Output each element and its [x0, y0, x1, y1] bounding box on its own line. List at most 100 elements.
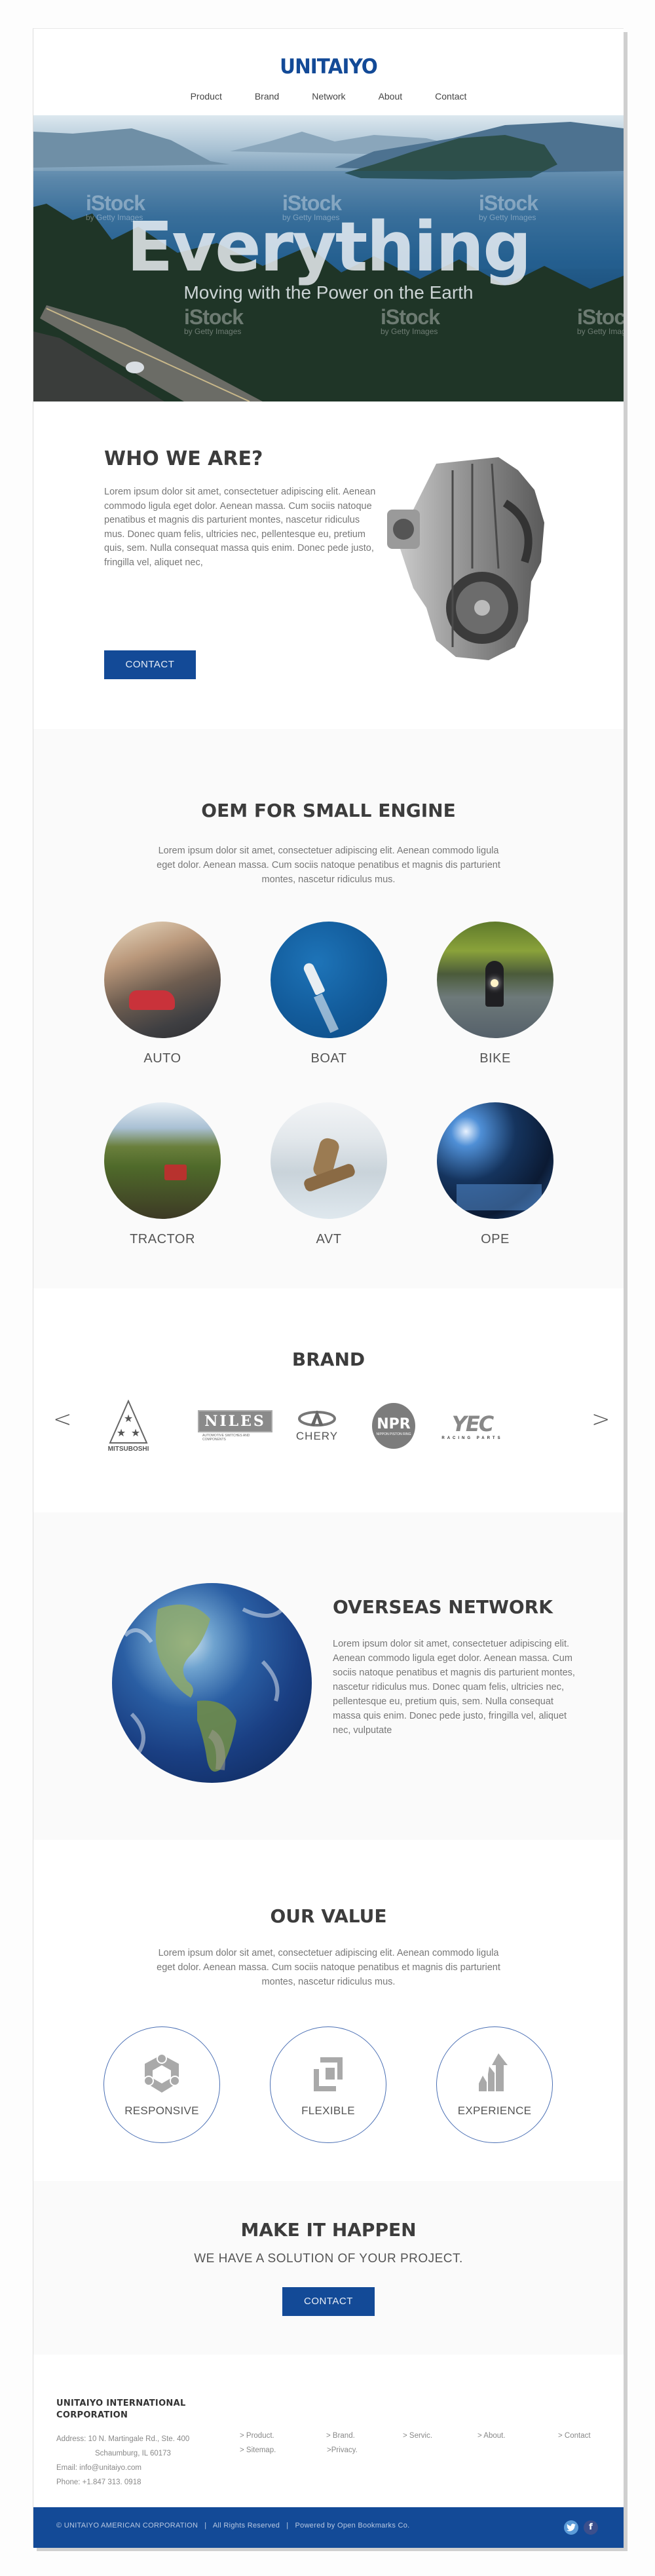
footer-link-about[interactable]: > About.	[477, 2432, 506, 2440]
facebook-icon[interactable]: f	[584, 2520, 598, 2535]
flexible-icon	[314, 2057, 343, 2091]
growth-arrow-icon	[479, 2053, 508, 2091]
hero-title: Everything	[126, 207, 531, 287]
footer-email[interactable]: Email: info@unitaiyo.com	[56, 2461, 189, 2475]
cta-title: MAKE IT HAPPEN	[240, 2219, 417, 2241]
category-tractor[interactable]: TRACTOR	[103, 1102, 221, 1247]
footer-link-product[interactable]: > Product.	[240, 2432, 274, 2440]
page-frame: UNITAIYO Product Brand Network About Con…	[33, 28, 624, 2548]
nav-about[interactable]: About	[379, 91, 403, 102]
value-title: OUR VALUE	[270, 1905, 387, 1927]
auto-image	[104, 922, 221, 1038]
chery-emblem-icon	[298, 1410, 336, 1427]
brand-section: BRAND < > ★ ★ ★ MITSUBOSHI NILES AUTOMOT…	[33, 1288, 624, 1512]
brand-logo-yec[interactable]: YEC RACING PARTS	[436, 1393, 508, 1459]
value-flexible[interactable]: FLEXIBLE	[270, 2026, 386, 2143]
hero-watermark: iStockby Getty Images	[381, 305, 440, 336]
category-ope[interactable]: OPE	[436, 1102, 554, 1247]
hero-watermark: iStockby Getty Images	[577, 305, 624, 336]
svg-text:★: ★	[131, 1428, 140, 1439]
who-body: Lorem ipsum dolor sit amet, consectetuer…	[104, 487, 376, 568]
category-label: BIKE	[479, 1051, 511, 1066]
brand-logo-text: NPR	[377, 1415, 411, 1432]
boat-image	[271, 922, 387, 1038]
nav-brand[interactable]: Brand	[255, 91, 279, 102]
category-label: OPE	[481, 1232, 510, 1246]
who-title: WHO WE ARE?	[104, 447, 263, 470]
main-nav: Product Brand Network About Contact	[33, 91, 624, 102]
brand-logo-text: NILES	[198, 1410, 272, 1432]
footer-link-service[interactable]: > Servic.	[403, 2432, 432, 2440]
brand-logo-text: MITSUBOSHI	[107, 1445, 149, 1453]
footer-address-line1: Address: 10 N. Martingale Rd., Ste. 400	[56, 2435, 190, 2443]
svg-text:★: ★	[117, 1428, 126, 1439]
category-bike[interactable]: BIKE	[436, 922, 554, 1066]
hero-banner: iStock by Getty Images iStock by Getty Ima…	[33, 115, 624, 401]
mitsuboshi-triangle-icon: ★ ★ ★	[109, 1399, 148, 1444]
footer-link-brand[interactable]: > Brand.	[326, 2432, 355, 2440]
twitter-icon[interactable]	[564, 2520, 578, 2535]
value-experience[interactable]: EXPERIENCE	[436, 2026, 553, 2143]
svg-text:★: ★	[124, 1413, 133, 1425]
brand-logo-text: CHERY	[295, 1430, 339, 1442]
site-logo[interactable]: UNITAIYO	[48, 55, 609, 79]
bike-image	[437, 922, 553, 1038]
responsive-icon	[143, 2053, 180, 2093]
value-label: FLEXIBLE	[301, 2104, 355, 2117]
avt-image	[271, 1102, 387, 1219]
hero-subtitle: Moving with the Power on the Earth	[183, 282, 474, 303]
overseas-title: OVERSEAS NETWORK	[333, 1596, 553, 1618]
overseas-body: Lorem ipsum dolor sit amet, consectetuer…	[333, 1639, 575, 1736]
footer-link-privacy[interactable]: >Privacy.	[327, 2446, 358, 2454]
brand-logo-npr[interactable]: NPR NIPPON PISTON RING	[364, 1393, 423, 1459]
value-label: RESPONSIVE	[124, 2104, 199, 2117]
brand-logo-tagline: NIPPON PISTON RING	[376, 1432, 411, 1436]
who-contact-button[interactable]: CONTACT	[104, 650, 196, 679]
nav-product[interactable]: Product	[191, 91, 222, 102]
brand-next-arrow[interactable]: >	[591, 1406, 610, 1432]
category-auto[interactable]: AUTO	[103, 922, 221, 1066]
footer-company-name: UNITAIYO INTERNATIONAL CORPORATION	[56, 2399, 186, 2420]
value-responsive[interactable]: RESPONSIVE	[103, 2026, 220, 2143]
tractor-image	[104, 1102, 221, 1219]
footer-contact-info: Address: 10 N. Martingale Rd., Ste. 400 …	[56, 2432, 189, 2490]
brand-logo-niles[interactable]: NILES AUTOMOTIVE SWITCHES AND COMPONENTS	[198, 1393, 272, 1459]
oem-body: Lorem ipsum dolor sit amet, consectetuer…	[157, 846, 500, 885]
engine-image	[387, 457, 544, 660]
nav-network[interactable]: Network	[312, 91, 345, 102]
oem-title: OEM FOR SMALL ENGINE	[201, 800, 456, 821]
brand-logo-tagline: AUTOMOTIVE SWITCHES AND COMPONENTS	[202, 1434, 250, 1442]
footer-phone: Phone: +1.847 313. 0918	[56, 2478, 141, 2486]
site-header: UNITAIYO Product Brand Network About Con…	[33, 29, 624, 115]
brand-logo-mitsuboshi[interactable]: ★ ★ ★ MITSUBOSHI	[105, 1393, 151, 1459]
ope-image	[437, 1102, 553, 1219]
category-label: AVT	[316, 1232, 342, 1246]
footer-link-contact[interactable]: > Contact	[558, 2432, 591, 2440]
cta-contact-button[interactable]: CONTACT	[282, 2287, 375, 2316]
value-body: Lorem ipsum dolor sit amet, consectetuer…	[157, 1948, 500, 1987]
footer-bar: © UNITAIYO AMERICAN CORPORATION | All Ri…	[33, 2507, 624, 2548]
cta-subtitle: WE HAVE A SOLUTION OF YOUR PROJECT.	[194, 2252, 463, 2266]
footer-link-sitemap[interactable]: > Sitemap.	[240, 2446, 276, 2454]
footer-address-line2: Schaumburg, IL 60173	[95, 2450, 171, 2457]
brand-title: BRAND	[291, 1349, 365, 1370]
footer-copyright: © UNITAIYO AMERICAN CORPORATION | All Ri…	[56, 2522, 410, 2529]
value-label: EXPERIENCE	[457, 2104, 532, 2117]
make-it-happen-section: MAKE IT HAPPEN WE HAVE A SOLUTION OF YOU…	[33, 2181, 624, 2355]
globe-image	[112, 1583, 312, 1783]
category-label: TRACTOR	[130, 1232, 195, 1246]
category-label: AUTO	[143, 1051, 181, 1066]
category-label: BOAT	[310, 1051, 347, 1066]
nav-contact[interactable]: Contact	[435, 91, 466, 102]
overseas-network-section: OVERSEAS NETWORK Lorem ipsum dolor sit a…	[33, 1512, 624, 1840]
our-value-section: OUR VALUE Lorem ipsum dolor sit amet, co…	[33, 1840, 624, 2181]
footer-info: UNITAIYO INTERNATIONAL CORPORATION Addre…	[33, 2355, 624, 2507]
category-avt[interactable]: AVT	[270, 1102, 388, 1247]
who-we-are-section: WHO WE ARE? Lorem ipsum dolor sit amet, …	[33, 401, 624, 729]
brand-logo-chery[interactable]: CHERY	[288, 1393, 346, 1459]
category-boat[interactable]: BOAT	[270, 922, 388, 1066]
hero-watermark: iStockby Getty Images	[184, 305, 244, 336]
brand-prev-arrow[interactable]: <	[53, 1406, 72, 1432]
oem-section: OEM FOR SMALL ENGINE Lorem ipsum dolor s…	[33, 729, 624, 1288]
brand-logo-tagline: RACING PARTS	[441, 1436, 503, 1440]
